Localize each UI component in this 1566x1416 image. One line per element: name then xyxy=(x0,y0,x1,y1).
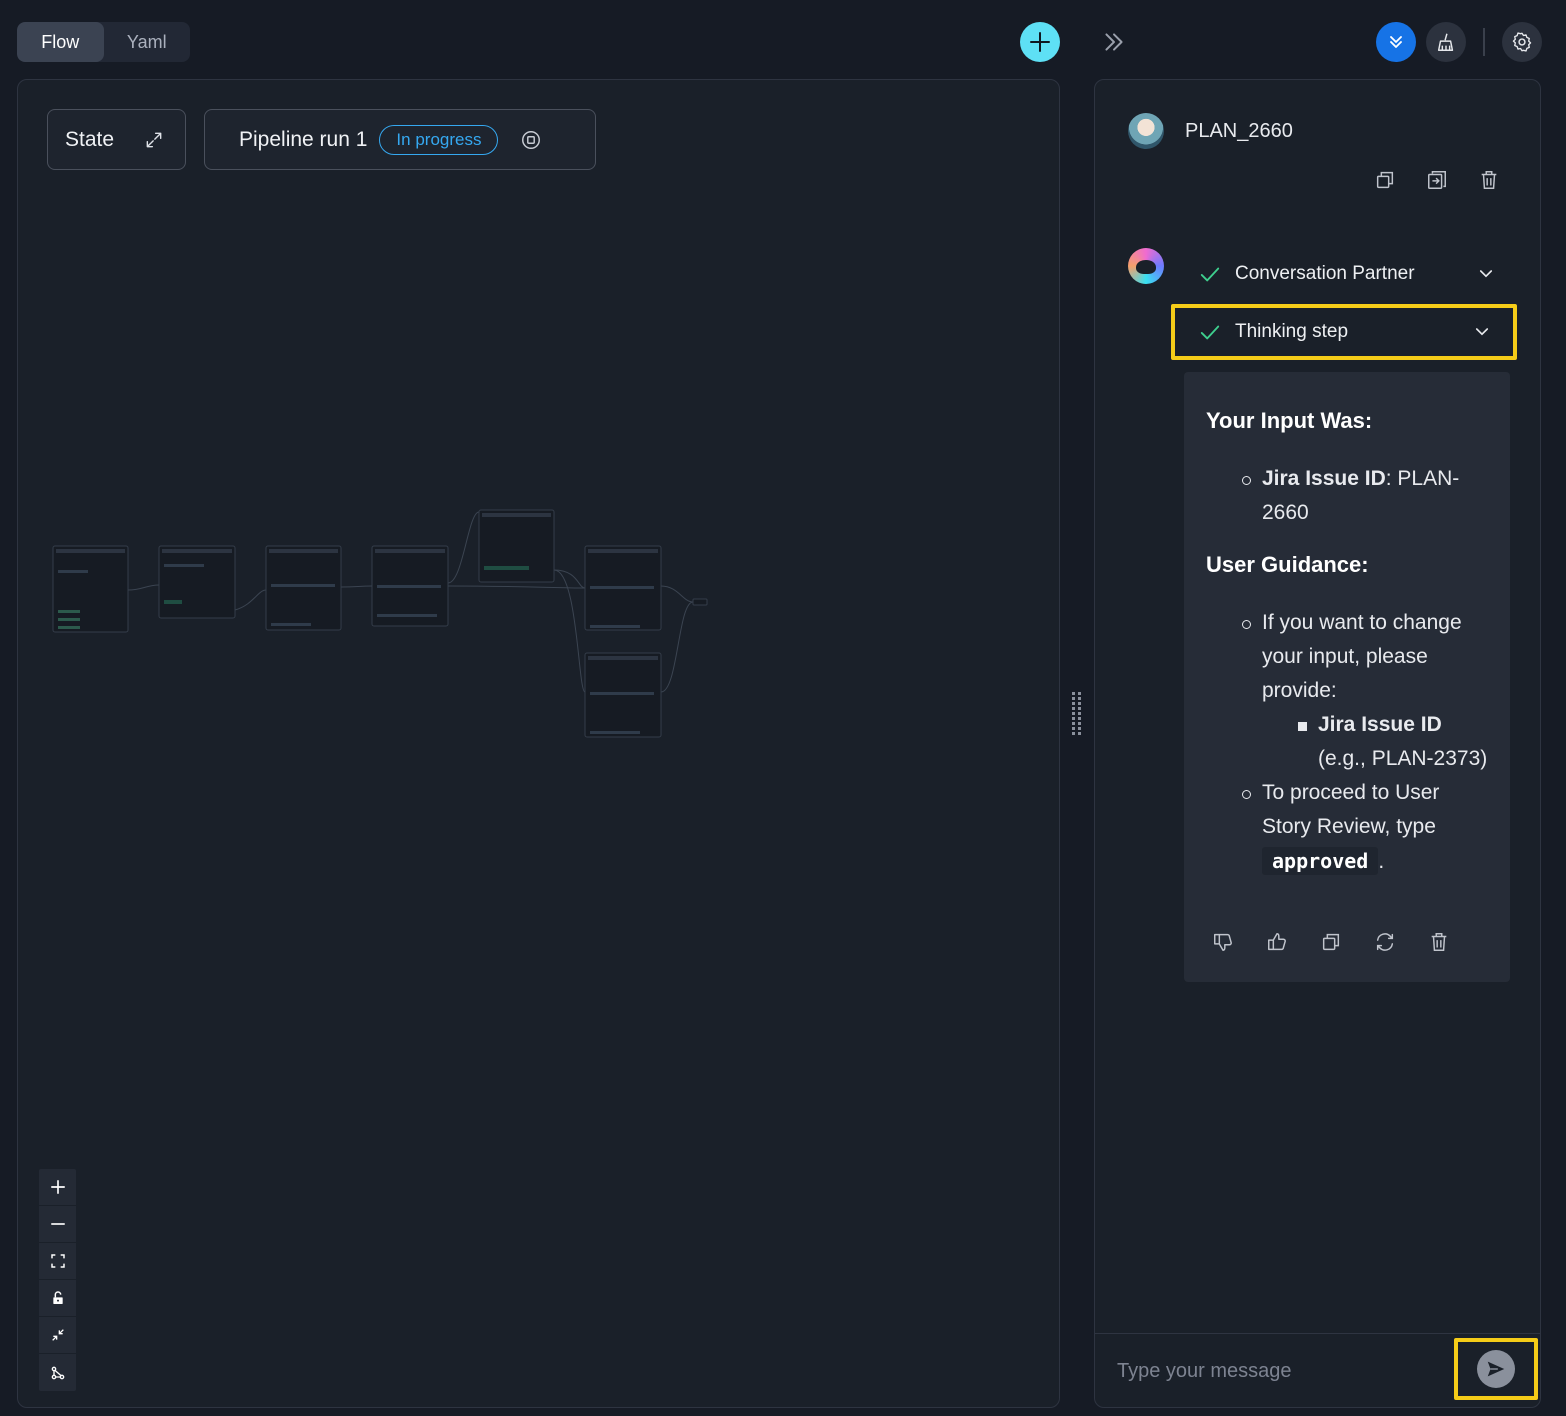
zoom-controls xyxy=(39,1169,76,1391)
copy-button[interactable] xyxy=(1373,168,1397,192)
copy-icon xyxy=(1376,171,1394,189)
flow-graph xyxy=(52,509,708,738)
resize-handle[interactable] xyxy=(1072,692,1081,738)
guidance-example: (e.g., PLAN-2373) xyxy=(1318,747,1488,770)
flow-node-end xyxy=(692,598,708,606)
settings-button[interactable] xyxy=(1502,22,1542,62)
step-label: Conversation Partner xyxy=(1235,263,1415,284)
guidance-text: If you want to change your input, please… xyxy=(1262,611,1462,702)
zoom-in-button[interactable] xyxy=(39,1169,76,1206)
flow-node-7 xyxy=(584,652,662,738)
refresh-icon xyxy=(1376,933,1394,951)
auto-layout-button[interactable] xyxy=(39,1354,76,1391)
fit-view-icon xyxy=(50,1254,65,1268)
flow-node-5 xyxy=(478,509,555,583)
flow-canvas[interactable]: State Pipeline run 1 In progress xyxy=(17,79,1060,1408)
flow-node-1 xyxy=(52,545,129,633)
check-icon xyxy=(1200,267,1220,282)
delete-message-button[interactable] xyxy=(1428,930,1450,954)
scroll-down-button[interactable] xyxy=(1376,22,1416,62)
plus-icon xyxy=(1030,32,1050,52)
step-thinking[interactable]: Thinking step xyxy=(1171,304,1517,360)
thumbs-up-icon xyxy=(1268,933,1286,951)
assistant-avatar xyxy=(1128,248,1164,284)
input-list: Jira Issue ID: PLAN-2660 xyxy=(1206,462,1488,530)
broom-icon xyxy=(1437,33,1454,51)
step-conversation-partner[interactable]: Conversation Partner xyxy=(1171,246,1517,302)
clear-chat-button[interactable] xyxy=(1426,22,1466,62)
message-composer xyxy=(1095,1333,1540,1407)
share-nodes-icon xyxy=(51,1366,64,1379)
tab-flow[interactable]: Flow xyxy=(17,22,104,62)
check-icon xyxy=(1200,325,1220,340)
trash-icon xyxy=(1481,171,1497,189)
lock-icon xyxy=(52,1291,63,1304)
guidance-list: If you want to change your input, please… xyxy=(1206,606,1488,879)
collapse-panel-button[interactable] xyxy=(1098,26,1130,58)
send-button[interactable] xyxy=(1454,1338,1538,1400)
user-avatar xyxy=(1128,113,1164,149)
input-separator: : xyxy=(1385,467,1398,490)
step-label: Thinking step xyxy=(1235,321,1349,342)
flow-node-2 xyxy=(158,545,236,619)
tab-yaml[interactable]: Yaml xyxy=(104,22,191,62)
toolbar-divider xyxy=(1483,28,1485,56)
guidance-heading: User Guidance: xyxy=(1206,552,1369,577)
double-chevron-right-icon xyxy=(1105,33,1123,51)
guidance-sublist: Jira Issue ID (e.g., PLAN-2373) xyxy=(1262,708,1488,776)
list-item: If you want to change your input, please… xyxy=(1242,606,1488,776)
input-key: Jira Issue ID xyxy=(1262,467,1386,490)
double-chevron-down-icon xyxy=(1390,36,1402,48)
dislike-button[interactable] xyxy=(1212,930,1234,954)
view-tabs: Flow Yaml xyxy=(17,22,190,62)
send-icon xyxy=(1487,1361,1505,1377)
edit-message-button[interactable] xyxy=(1425,168,1449,192)
flow-node-6 xyxy=(584,545,662,631)
copy-icon xyxy=(1322,933,1340,951)
collapse-nodes-button[interactable] xyxy=(39,1317,76,1354)
minimize-icon xyxy=(51,1329,64,1341)
zoom-out-button[interactable] xyxy=(39,1206,76,1243)
like-button[interactable] xyxy=(1266,930,1288,954)
guidance-key: Jira Issue ID xyxy=(1318,713,1442,736)
input-heading: Your Input Was: xyxy=(1206,408,1373,433)
gear-icon xyxy=(1512,32,1532,52)
add-button[interactable] xyxy=(1020,22,1060,62)
guidance-text: To proceed to User Story Review, type xyxy=(1262,781,1440,838)
thumbs-down-icon xyxy=(1214,933,1232,951)
message-input[interactable] xyxy=(1117,1354,1437,1388)
inline-code: approved xyxy=(1262,847,1379,875)
delete-message-button[interactable] xyxy=(1477,168,1501,192)
user-message-text: PLAN_2660 xyxy=(1185,120,1293,142)
user-message-actions xyxy=(1373,168,1501,192)
edit-message-icon xyxy=(1428,171,1446,189)
flow-node-3 xyxy=(265,545,342,631)
list-item: Jira Issue ID (e.g., PLAN-2373) xyxy=(1298,708,1488,776)
list-item: To proceed to User Story Review, type ap… xyxy=(1242,776,1488,879)
lock-button[interactable] xyxy=(39,1280,76,1317)
copy-button[interactable] xyxy=(1320,930,1342,954)
chevron-down-icon xyxy=(1475,328,1489,336)
assistant-message: Your Input Was: Jira Issue ID: PLAN-2660… xyxy=(1184,372,1510,982)
chevron-down-icon xyxy=(1479,270,1493,278)
message-actions xyxy=(1212,930,1482,954)
guidance-suffix: . xyxy=(1378,850,1385,873)
minus-icon xyxy=(50,1223,65,1225)
regenerate-button[interactable] xyxy=(1374,930,1396,954)
fit-view-button[interactable] xyxy=(39,1243,76,1280)
flow-node-4 xyxy=(371,545,449,627)
chat-panel: PLAN_2660 Conversation Partner Thinking … xyxy=(1094,79,1541,1408)
list-item: Jira Issue ID: PLAN-2660 xyxy=(1242,462,1488,530)
trash-icon xyxy=(1431,933,1447,951)
plus-icon xyxy=(50,1180,65,1194)
